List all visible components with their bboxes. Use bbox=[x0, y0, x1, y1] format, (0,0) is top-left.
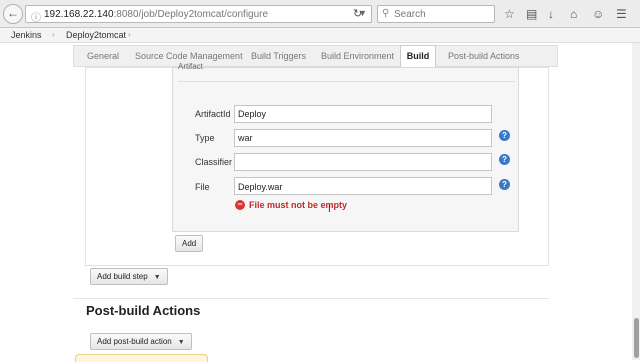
browser-toolbar: ← ⓘ 192.168.22.140:8080/job/Deploy2tomca… bbox=[0, 0, 640, 28]
chat-icon[interactable]: ☺ bbox=[592, 7, 604, 21]
search-input[interactable]: ⚲ Search bbox=[377, 5, 495, 23]
text-cursor-icon: I bbox=[328, 204, 331, 215]
add-button[interactable]: Add bbox=[175, 235, 204, 252]
type-field[interactable] bbox=[234, 129, 492, 147]
type-label: Type bbox=[195, 133, 215, 143]
home-icon[interactable]: ⌂ bbox=[570, 7, 577, 21]
reload-icon[interactable]: ↻ bbox=[353, 7, 362, 20]
tab-build-triggers[interactable]: Build Triggers bbox=[251, 51, 306, 61]
section-divider bbox=[73, 298, 549, 299]
artifactid-value: Deploy bbox=[238, 109, 267, 119]
artifact-heading: Artifact bbox=[178, 62, 203, 71]
error-icon: − bbox=[235, 200, 245, 210]
add-button-label: Add bbox=[182, 239, 197, 248]
tab-general[interactable]: General bbox=[87, 51, 119, 61]
downloads-icon[interactable]: ↓ bbox=[548, 7, 554, 21]
scrollbar-thumb[interactable] bbox=[634, 318, 639, 358]
back-icon[interactable]: ← bbox=[3, 4, 23, 24]
url-host: 192.168.22.140 bbox=[44, 9, 114, 20]
artifactid-label: ArtifactId bbox=[195, 109, 231, 119]
artifactid-field[interactable] bbox=[234, 105, 492, 123]
bookmarks-list-icon[interactable]: ▤ bbox=[526, 7, 537, 21]
add-post-build-action-button[interactable]: Add post-build action ▼ bbox=[90, 333, 192, 350]
add-build-step-button[interactable]: Add build step ▼ bbox=[90, 268, 168, 285]
url-text: 192.168.22.140:8080/job/Deploy2tomcat/co… bbox=[44, 9, 268, 20]
breadcrumb-jenkins[interactable]: Jenkins bbox=[11, 30, 42, 40]
add-build-step-label: Add build step bbox=[97, 272, 148, 281]
search-placeholder: Search bbox=[394, 9, 426, 20]
help-icon[interactable]: ? bbox=[499, 154, 510, 165]
address-bar[interactable]: ⓘ 192.168.22.140:8080/job/Deploy2tomcat/… bbox=[25, 5, 372, 24]
info-icon[interactable]: ⓘ bbox=[31, 9, 41, 24]
tab-scm[interactable]: Source Code Management bbox=[135, 51, 243, 61]
menu-icon[interactable]: ☰ bbox=[616, 7, 627, 21]
type-value: war bbox=[238, 133, 253, 143]
scrollbar[interactable] bbox=[632, 43, 640, 360]
add-post-build-action-label: Add post-build action bbox=[97, 337, 172, 346]
post-build-actions-heading: Post-build Actions bbox=[86, 303, 201, 318]
dropdown-arrow-icon: ▼ bbox=[153, 274, 161, 281]
help-icon[interactable]: ? bbox=[499, 179, 510, 190]
classifier-field[interactable] bbox=[234, 153, 492, 171]
bookmark-star-icon[interactable]: ☆ bbox=[504, 7, 515, 21]
url-path: :8080/job/Deploy2tomcat/configure bbox=[113, 9, 269, 20]
chevron-right-icon: › bbox=[128, 30, 131, 39]
breadcrumb-job[interactable]: Deploy2tomcat bbox=[66, 30, 126, 40]
breadcrumb: Jenkins › Deploy2tomcat › bbox=[0, 28, 640, 43]
help-icon[interactable]: ? bbox=[499, 130, 510, 141]
file-label: File bbox=[195, 182, 210, 192]
dropdown-arrow-icon: ▼ bbox=[177, 339, 185, 346]
config-tabs: General Source Code Management Build Tri… bbox=[73, 45, 558, 68]
file-error-message: File must not be empty bbox=[249, 200, 348, 210]
classifier-label: Classifier bbox=[195, 157, 233, 167]
notification-tab bbox=[75, 354, 208, 362]
artifact-divider bbox=[178, 81, 515, 82]
search-icon: ⚲ bbox=[382, 8, 390, 19]
tab-post-build-actions[interactable]: Post-build Actions bbox=[448, 51, 520, 61]
tab-build[interactable]: Build bbox=[400, 45, 436, 68]
tab-build-environment[interactable]: Build Environment bbox=[321, 51, 394, 61]
file-value: Deploy.war bbox=[238, 182, 283, 192]
chevron-right-icon: › bbox=[52, 30, 55, 39]
